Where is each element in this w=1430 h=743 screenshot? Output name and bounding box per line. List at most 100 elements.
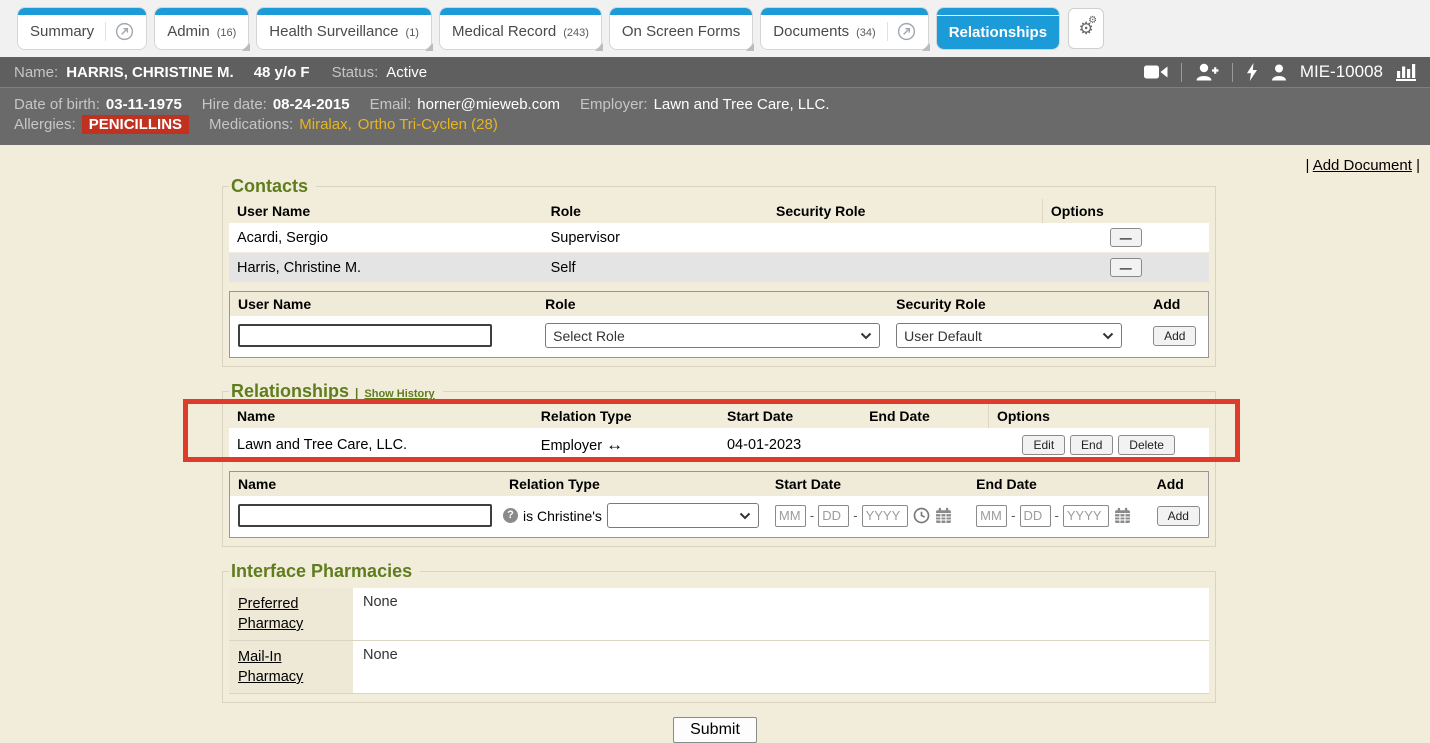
add-relationship-input-row: is Christine's - -: [230, 496, 1209, 538]
column-header-start-date: Start Date: [767, 472, 968, 497]
relationship-start-date: 04-01-2023: [719, 428, 861, 463]
end-year-input[interactable]: [1063, 505, 1109, 527]
chevron-down-icon: [739, 512, 751, 520]
tab-dropdown-caret-icon: [922, 43, 930, 51]
tab-on-screen-forms[interactable]: On Screen Forms: [610, 8, 752, 49]
pharmacy-row: Preferred Pharmacy None: [229, 588, 1209, 641]
relationship-name-input[interactable]: [238, 504, 492, 527]
medication-link[interactable]: Ortho Tri-Cyclen (28): [358, 116, 498, 133]
contact-user-name: Harris, Christine M.: [229, 253, 543, 283]
contact-user-name: Acardi, Sergio: [229, 223, 543, 253]
mail-in-pharmacy-link[interactable]: Mail-In Pharmacy: [238, 649, 303, 685]
end-relationship-button[interactable]: End: [1070, 435, 1113, 455]
help-icon[interactable]: [503, 508, 518, 523]
tab-summary[interactable]: Summary: [18, 8, 146, 49]
add-document-link[interactable]: Add Document: [1313, 157, 1412, 174]
start-day-input[interactable]: [818, 505, 849, 527]
tab-dropdown-caret-icon: [242, 43, 250, 51]
show-history-link[interactable]: Show History: [364, 388, 434, 400]
tab-accent-strip: [155, 8, 248, 15]
add-contact-input-row: Select Role User Default Add: [230, 316, 1209, 358]
remove-contact-button[interactable]: —: [1110, 258, 1142, 277]
column-header-end-date: End Date: [861, 404, 988, 428]
tab-label: Documents: [773, 23, 849, 40]
divider: [1232, 63, 1233, 82]
column-header-security-role: Security Role: [888, 292, 1145, 317]
calendar-icon: [1114, 507, 1131, 524]
column-header-relation-type: Relation Type: [501, 472, 767, 497]
tab-documents[interactable]: Documents (34): [761, 8, 927, 49]
tab-count: (1): [406, 27, 419, 39]
documents-popout-button[interactable]: [887, 22, 916, 41]
hire-date-value: 08-24-2015: [273, 96, 350, 113]
relation-prefix-text: is Christine's: [523, 508, 602, 524]
submit-button[interactable]: Submit: [673, 717, 757, 743]
relationships-table: Name Relation Type Start Date End Date O…: [229, 404, 1209, 463]
preferred-pharmacy-link[interactable]: Preferred Pharmacy: [238, 596, 303, 632]
column-header-add: Add: [1149, 472, 1209, 497]
clock-icon: [913, 507, 930, 524]
chart-tab-bar: Summary Admin (16) Health Surveillance (…: [0, 0, 1430, 57]
start-date-calendar-button[interactable]: [935, 507, 952, 524]
tab-label: Admin: [167, 23, 210, 40]
end-day-input[interactable]: [1020, 505, 1051, 527]
delete-relationship-button[interactable]: Delete: [1118, 435, 1175, 455]
quick-action-button[interactable]: [1246, 63, 1258, 81]
date-separator: -: [853, 508, 857, 523]
end-month-input[interactable]: [976, 505, 1007, 527]
add-relationship-form: Name Relation Type Start Date End Date A…: [229, 471, 1209, 538]
tab-medical-record[interactable]: Medical Record (243): [440, 8, 601, 49]
edit-relationship-button[interactable]: Edit: [1022, 435, 1065, 455]
relationships-header-row: Name Relation Type Start Date End Date O…: [229, 404, 1209, 428]
tab-label: Medical Record: [452, 23, 556, 40]
remove-contact-button[interactable]: —: [1110, 228, 1142, 247]
tab-settings-button[interactable]: ⚙ ⚙: [1068, 8, 1104, 49]
end-date-calendar-button[interactable]: [1114, 507, 1131, 524]
tab-accent-strip: [18, 8, 146, 15]
email-label: Email:: [370, 96, 412, 113]
relation-type-select[interactable]: [607, 503, 759, 528]
start-year-input[interactable]: [862, 505, 908, 527]
patient-banner-secondary: Date of birth:03-11-1975 Hire date:08-24…: [0, 88, 1430, 145]
add-relationship-button[interactable]: Add: [1157, 506, 1200, 526]
pharmacies-section-title: Interface Pharmacies: [231, 561, 412, 582]
dob-value: 03-11-1975: [106, 96, 182, 113]
column-header-start-date: Start Date: [719, 404, 861, 428]
name-label: Name:: [14, 64, 58, 81]
medication-link[interactable]: Miralax,: [299, 116, 352, 133]
patient-name: HARRIS, CHRISTINE M.: [66, 64, 234, 81]
tab-count: (34): [856, 27, 876, 39]
role-select[interactable]: Select Role: [545, 323, 880, 348]
summary-popout-button[interactable]: [105, 22, 134, 41]
popout-arrow-icon: [115, 22, 134, 41]
add-person-button[interactable]: [1195, 63, 1219, 81]
person-icon: [1271, 64, 1287, 81]
bar-chart-icon: [1396, 63, 1416, 78]
patient-id-button[interactable]: [1271, 64, 1287, 81]
add-relationship-header-row: Name Relation Type Start Date End Date A…: [230, 472, 1209, 497]
flowsheet-button[interactable]: [1396, 63, 1416, 81]
start-month-input[interactable]: [775, 505, 806, 527]
relationship-name: Lawn and Tree Care, LLC.: [229, 428, 533, 463]
tab-admin[interactable]: Admin (16): [155, 8, 248, 49]
tab-accent-strip: [440, 8, 601, 15]
allergy-badge[interactable]: PENICILLINS: [82, 115, 189, 134]
column-header-relation-type: Relation Type: [533, 404, 719, 428]
column-header-add: Add: [1145, 292, 1208, 317]
security-role-select[interactable]: User Default: [896, 323, 1122, 348]
contacts-section-title: Contacts: [231, 176, 308, 197]
bidirectional-arrow-icon: ↔: [606, 435, 623, 454]
column-header-end-date: End Date: [968, 472, 1148, 497]
divider: [1181, 63, 1182, 82]
tab-health-surveillance[interactable]: Health Surveillance (1): [257, 8, 431, 49]
time-picker-button[interactable]: [913, 507, 930, 524]
tab-label: On Screen Forms: [622, 23, 740, 40]
contact-user-name-input[interactable]: [238, 324, 492, 347]
column-header-options: Options: [1042, 199, 1209, 223]
tab-accent-strip: [937, 8, 1059, 15]
tab-dropdown-caret-icon: [746, 43, 754, 51]
video-visit-button[interactable]: [1144, 64, 1168, 80]
person-plus-icon: [1195, 63, 1219, 81]
add-contact-button[interactable]: Add: [1153, 326, 1196, 346]
tab-relationships[interactable]: Relationships: [937, 8, 1059, 49]
